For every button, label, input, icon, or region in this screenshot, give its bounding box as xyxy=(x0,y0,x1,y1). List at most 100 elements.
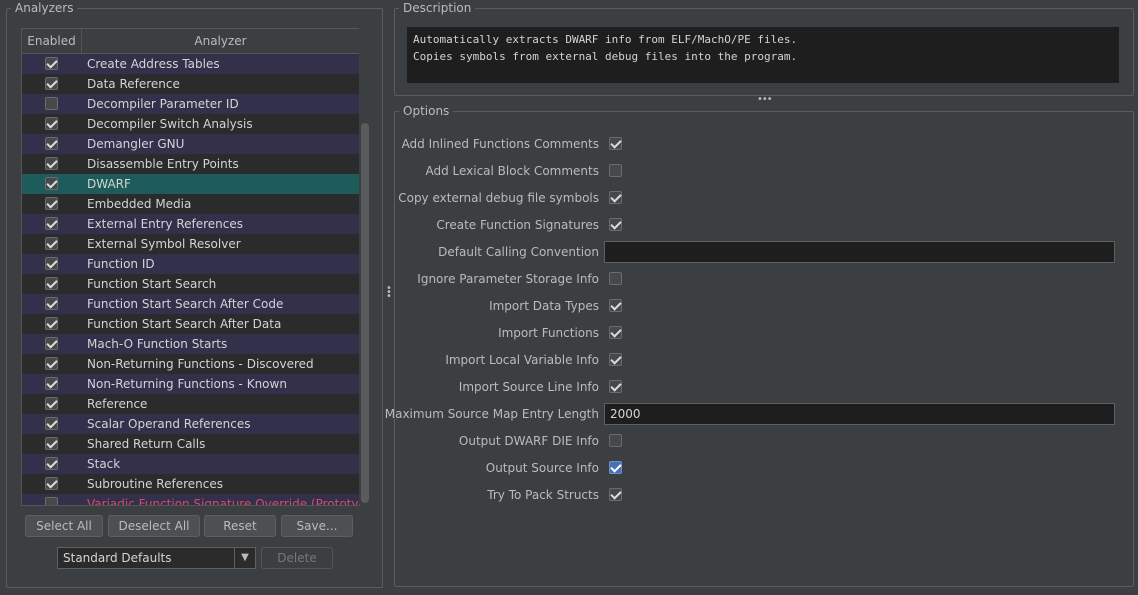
option-checkbox[interactable] xyxy=(609,218,622,231)
enabled-cell xyxy=(22,234,82,254)
option-checkbox[interactable] xyxy=(609,461,622,474)
option-label: Ignore Parameter Storage Info xyxy=(417,272,599,286)
analyzers-title: Analyzers xyxy=(11,0,78,16)
enabled-checkbox[interactable] xyxy=(45,157,58,170)
analyzer-name: Shared Return Calls xyxy=(87,437,206,451)
analyzer-scrollbar[interactable] xyxy=(359,28,371,504)
option-checkbox[interactable] xyxy=(609,137,622,150)
enabled-checkbox[interactable] xyxy=(45,217,58,230)
option-checkbox[interactable] xyxy=(609,353,622,366)
vertical-splitter-handle[interactable]: • • • xyxy=(386,284,392,302)
table-row[interactable]: Function Start Search After Data xyxy=(22,314,359,334)
table-row[interactable]: Decompiler Switch Analysis xyxy=(22,114,359,134)
table-row[interactable]: Embedded Media xyxy=(22,194,359,214)
table-row[interactable]: External Entry References xyxy=(22,214,359,234)
option-checkbox[interactable] xyxy=(609,488,622,501)
horizontal-splitter-handle[interactable]: ••• xyxy=(757,95,773,105)
enabled-cell xyxy=(22,134,82,154)
enabled-cell xyxy=(22,314,82,334)
analyzer-name: Function ID xyxy=(87,257,155,271)
delete-button[interactable]: Delete xyxy=(261,547,333,569)
analyzers-panel: Analyzers Enabled Analyzer Create Addres… xyxy=(6,0,383,588)
enabled-checkbox[interactable] xyxy=(45,357,58,370)
reset-button[interactable]: Reset xyxy=(204,515,276,537)
option-checkbox[interactable] xyxy=(609,191,622,204)
enabled-cell xyxy=(22,494,82,505)
analyzer-name: External Symbol Resolver xyxy=(87,237,241,251)
enabled-checkbox[interactable] xyxy=(45,397,58,410)
scrollbar-thumb[interactable] xyxy=(361,123,369,503)
option-row: Output DWARF DIE Info xyxy=(395,431,1135,451)
table-row[interactable]: Non-Returning Functions - Discovered xyxy=(22,354,359,374)
option-label: Output Source Info xyxy=(485,461,599,475)
enabled-checkbox[interactable] xyxy=(45,137,58,150)
table-row[interactable]: Non-Returning Functions - Known xyxy=(22,374,359,394)
analyzer-name: Decompiler Switch Analysis xyxy=(87,117,253,131)
table-row[interactable]: Function ID xyxy=(22,254,359,274)
table-row[interactable]: Function Start Search After Code xyxy=(22,294,359,314)
table-row[interactable]: Data Reference xyxy=(22,74,359,94)
column-header-analyzer[interactable]: Analyzer xyxy=(82,29,359,53)
analyzer-name: Function Start Search After Code xyxy=(87,297,284,311)
enabled-checkbox[interactable] xyxy=(45,57,58,70)
table-row[interactable]: Reference xyxy=(22,394,359,414)
enabled-checkbox[interactable] xyxy=(45,437,58,450)
column-header-enabled[interactable]: Enabled xyxy=(22,29,82,53)
options-panel: Options Add Inlined Functions Comments Ad… xyxy=(385,103,1135,587)
enabled-checkbox[interactable] xyxy=(45,377,58,390)
option-row: Maximum Source Map Entry Length 2000 xyxy=(385,403,1135,425)
option-checkbox[interactable] xyxy=(609,299,622,312)
deselect-all-button[interactable]: Deselect All xyxy=(108,515,200,537)
enabled-checkbox[interactable] xyxy=(45,317,58,330)
analyzer-name: External Entry References xyxy=(87,217,244,231)
table-row[interactable]: Subroutine References xyxy=(22,474,359,494)
enabled-checkbox[interactable] xyxy=(45,257,58,270)
enabled-cell xyxy=(22,294,82,314)
option-checkbox[interactable] xyxy=(609,272,622,285)
enabled-cell xyxy=(22,274,82,294)
table-row[interactable]: Stack xyxy=(22,454,359,474)
enabled-checkbox[interactable] xyxy=(45,277,58,290)
chevron-down-icon[interactable]: ▼ xyxy=(234,548,255,568)
table-row[interactable]: Shared Return Calls xyxy=(22,434,359,454)
enabled-checkbox[interactable] xyxy=(45,297,58,310)
enabled-checkbox[interactable] xyxy=(45,177,58,190)
option-label: Output DWARF DIE Info xyxy=(458,434,599,448)
select-all-button[interactable]: Select All xyxy=(25,515,103,537)
table-row[interactable]: Create Address Tables xyxy=(22,54,359,74)
table-row[interactable]: Mach-O Function Starts xyxy=(22,334,359,354)
table-row[interactable]: DWARF xyxy=(22,174,359,194)
enabled-checkbox[interactable] xyxy=(45,457,58,470)
enabled-cell xyxy=(22,194,82,214)
table-row[interactable]: Disassemble Entry Points xyxy=(22,154,359,174)
table-row[interactable]: Function Start Search xyxy=(22,274,359,294)
enabled-checkbox[interactable] xyxy=(45,417,58,430)
table-row[interactable]: Decompiler Parameter ID xyxy=(22,94,359,114)
option-checkbox[interactable] xyxy=(609,164,622,177)
enabled-cell xyxy=(22,174,82,194)
enabled-cell xyxy=(22,214,82,234)
option-label: Import Local Variable Info xyxy=(445,353,599,367)
option-text-field[interactable]: 2000 xyxy=(604,403,1115,425)
table-row[interactable]: Variadic Function Signature Override (Pr… xyxy=(22,494,359,505)
option-row: Import Local Variable Info xyxy=(395,350,1135,370)
enabled-checkbox[interactable] xyxy=(45,197,58,210)
enabled-checkbox[interactable] xyxy=(45,337,58,350)
option-checkbox[interactable] xyxy=(609,380,622,393)
table-row[interactable]: Demangler GNU xyxy=(22,134,359,154)
enabled-checkbox[interactable] xyxy=(45,477,58,490)
table-row[interactable]: Scalar Operand References xyxy=(22,414,359,434)
save-button[interactable]: Save... xyxy=(281,515,353,537)
enabled-checkbox[interactable] xyxy=(45,117,58,130)
defaults-dropdown[interactable]: Standard Defaults ▼ xyxy=(57,547,256,569)
enabled-checkbox[interactable] xyxy=(45,77,58,90)
analyzer-name: Decompiler Parameter ID xyxy=(87,97,239,111)
option-text-field[interactable] xyxy=(604,241,1115,263)
option-checkbox[interactable] xyxy=(609,434,622,447)
option-label: Add Inlined Functions Comments xyxy=(401,137,599,151)
enabled-checkbox[interactable] xyxy=(45,237,58,250)
enabled-checkbox[interactable] xyxy=(45,497,58,505)
enabled-checkbox[interactable] xyxy=(45,97,58,110)
option-checkbox[interactable] xyxy=(609,326,622,339)
table-row[interactable]: External Symbol Resolver xyxy=(22,234,359,254)
